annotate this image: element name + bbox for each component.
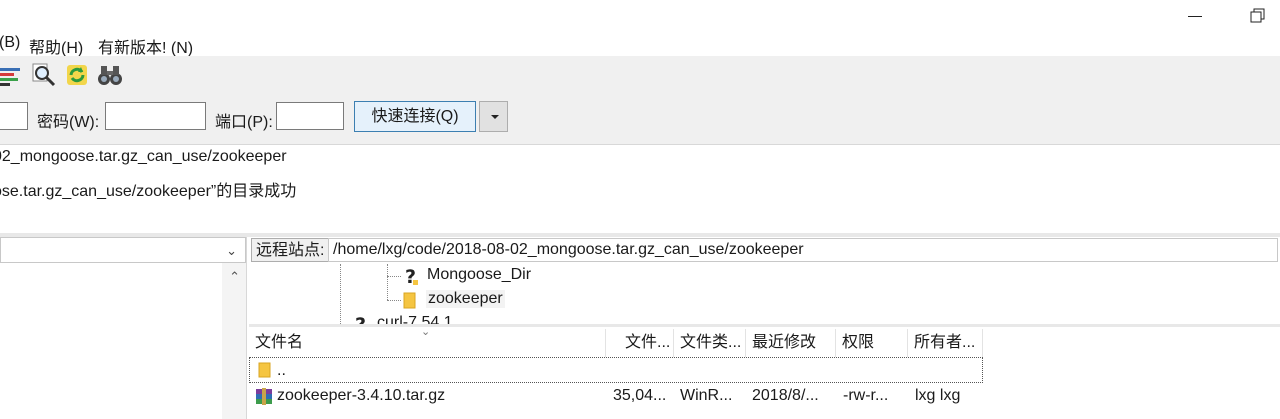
table-row[interactable]: zookeeper-3.4.10.tar.gz 35,04... WinR...… bbox=[249, 383, 983, 409]
tree-item-label: zookeeper bbox=[426, 290, 505, 308]
chevron-down-icon: ⌄ bbox=[226, 243, 237, 258]
username-input[interactable] bbox=[0, 102, 28, 130]
table-row[interactable]: .. bbox=[249, 357, 983, 383]
column-header-owner[interactable]: 所有者... bbox=[908, 329, 983, 357]
password-input[interactable] bbox=[105, 102, 206, 130]
unknown-folder-icon: ? bbox=[355, 314, 366, 324]
minimize-button[interactable] bbox=[1188, 8, 1204, 24]
restore-icon bbox=[1250, 8, 1265, 23]
menu-bar: (B) 帮助(H) 有新版本! (N) bbox=[0, 30, 1280, 58]
local-pane: ⌄ ⌃ bbox=[0, 237, 247, 419]
menu-bookmarks[interactable]: (B) bbox=[0, 34, 20, 52]
file-name: .. bbox=[277, 362, 286, 379]
archive-icon bbox=[256, 388, 272, 405]
column-header-modified[interactable]: 最近修改 bbox=[746, 329, 836, 357]
quickconnect-bar: 密码(W): 端口(P): 快速连接(Q) bbox=[0, 94, 1280, 145]
remote-path-input[interactable]: /home/lxg/code/2018-08-02_mongoose.tar.g… bbox=[328, 238, 1278, 262]
folder-icon bbox=[403, 292, 416, 309]
file-name: zookeeper-3.4.10.tar.gz bbox=[277, 387, 446, 404]
password-label: 密码(W): bbox=[37, 114, 100, 131]
port-input[interactable] bbox=[276, 102, 344, 130]
port-label: 端口(P): bbox=[215, 114, 273, 131]
menu-help[interactable]: 帮助(H) bbox=[29, 34, 83, 58]
column-header-size[interactable]: 文件... bbox=[619, 329, 674, 357]
column-header-name[interactable]: 文件名 bbox=[249, 329, 606, 357]
file-size: 35,04... bbox=[613, 387, 667, 404]
quickconnect-button[interactable]: 快速连接(Q) bbox=[354, 101, 476, 132]
file-permissions: -rw-r... bbox=[843, 387, 889, 404]
search-remote-icon[interactable] bbox=[31, 62, 57, 88]
restore-button[interactable] bbox=[1250, 8, 1266, 24]
local-scrollbar[interactable] bbox=[222, 263, 246, 419]
tree-item-label: Mongoose_Dir bbox=[427, 266, 532, 283]
tree-splitter[interactable] bbox=[249, 324, 1280, 327]
toolbar bbox=[0, 56, 1280, 94]
log-line: ose.tar.gz_can_use/zookeeper”的目录成功 bbox=[0, 183, 297, 200]
remote-pane: 远程站点: /home/lxg/code/2018-08-02_mongoose… bbox=[249, 237, 1280, 419]
scroll-up-icon[interactable]: ⌃ bbox=[229, 269, 240, 285]
log-line: 02_mongoose.tar.gz_can_use/zookeeper bbox=[0, 148, 287, 165]
svg-text:?: ? bbox=[355, 314, 366, 324]
column-header-permissions[interactable]: 权限 bbox=[836, 329, 908, 357]
menu-new-version[interactable]: 有新版本! (N) bbox=[98, 34, 193, 58]
refresh-icon[interactable] bbox=[64, 62, 90, 88]
quickconnect-dropdown-button[interactable] bbox=[479, 101, 508, 132]
file-modified: 2018/8/... bbox=[752, 387, 819, 404]
unknown-folder-icon: ? bbox=[405, 266, 418, 286]
remote-tree: ? Mongoose_Dir zookeeper ? curl-7.54.1 bbox=[249, 264, 1280, 324]
filter-list-icon[interactable] bbox=[0, 62, 20, 88]
remote-site-label: 远程站点: bbox=[251, 238, 330, 262]
tree-item-label: curl-7.54.1 bbox=[377, 314, 453, 324]
find-binoculars-icon[interactable] bbox=[96, 62, 122, 88]
local-path-combo[interactable]: ⌄ bbox=[0, 237, 246, 263]
column-header-type[interactable]: 文件类... bbox=[674, 329, 746, 357]
file-type: WinR... bbox=[680, 387, 733, 404]
folder-icon bbox=[258, 362, 271, 378]
remote-file-list: 文件名 文件... 文件类... 最近修改 权限 所有者... .. zooke… bbox=[249, 329, 1280, 419]
message-log: 02_mongoose.tar.gz_can_use/zookeeper ose… bbox=[0, 145, 1280, 233]
file-owner: lxg lxg bbox=[915, 387, 961, 404]
